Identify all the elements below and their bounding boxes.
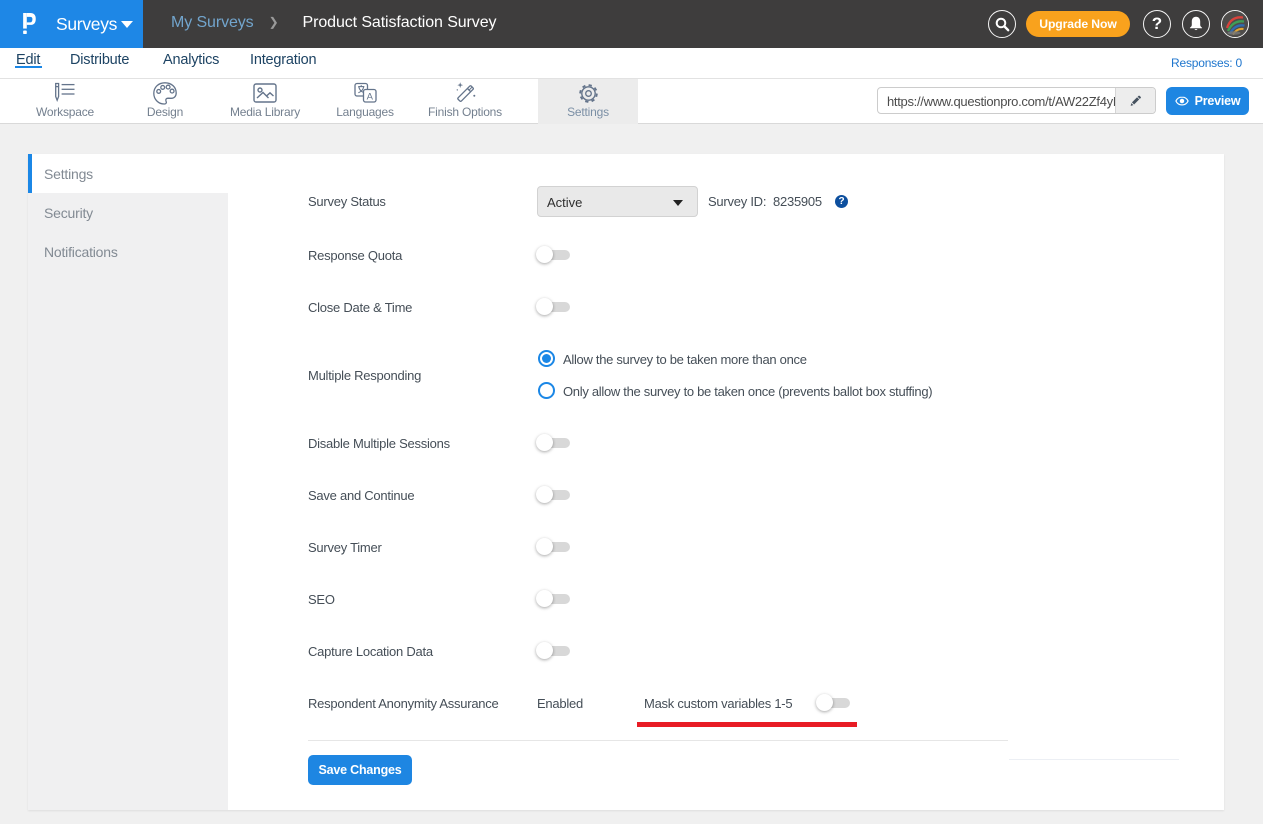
svg-text:A: A (366, 91, 373, 102)
